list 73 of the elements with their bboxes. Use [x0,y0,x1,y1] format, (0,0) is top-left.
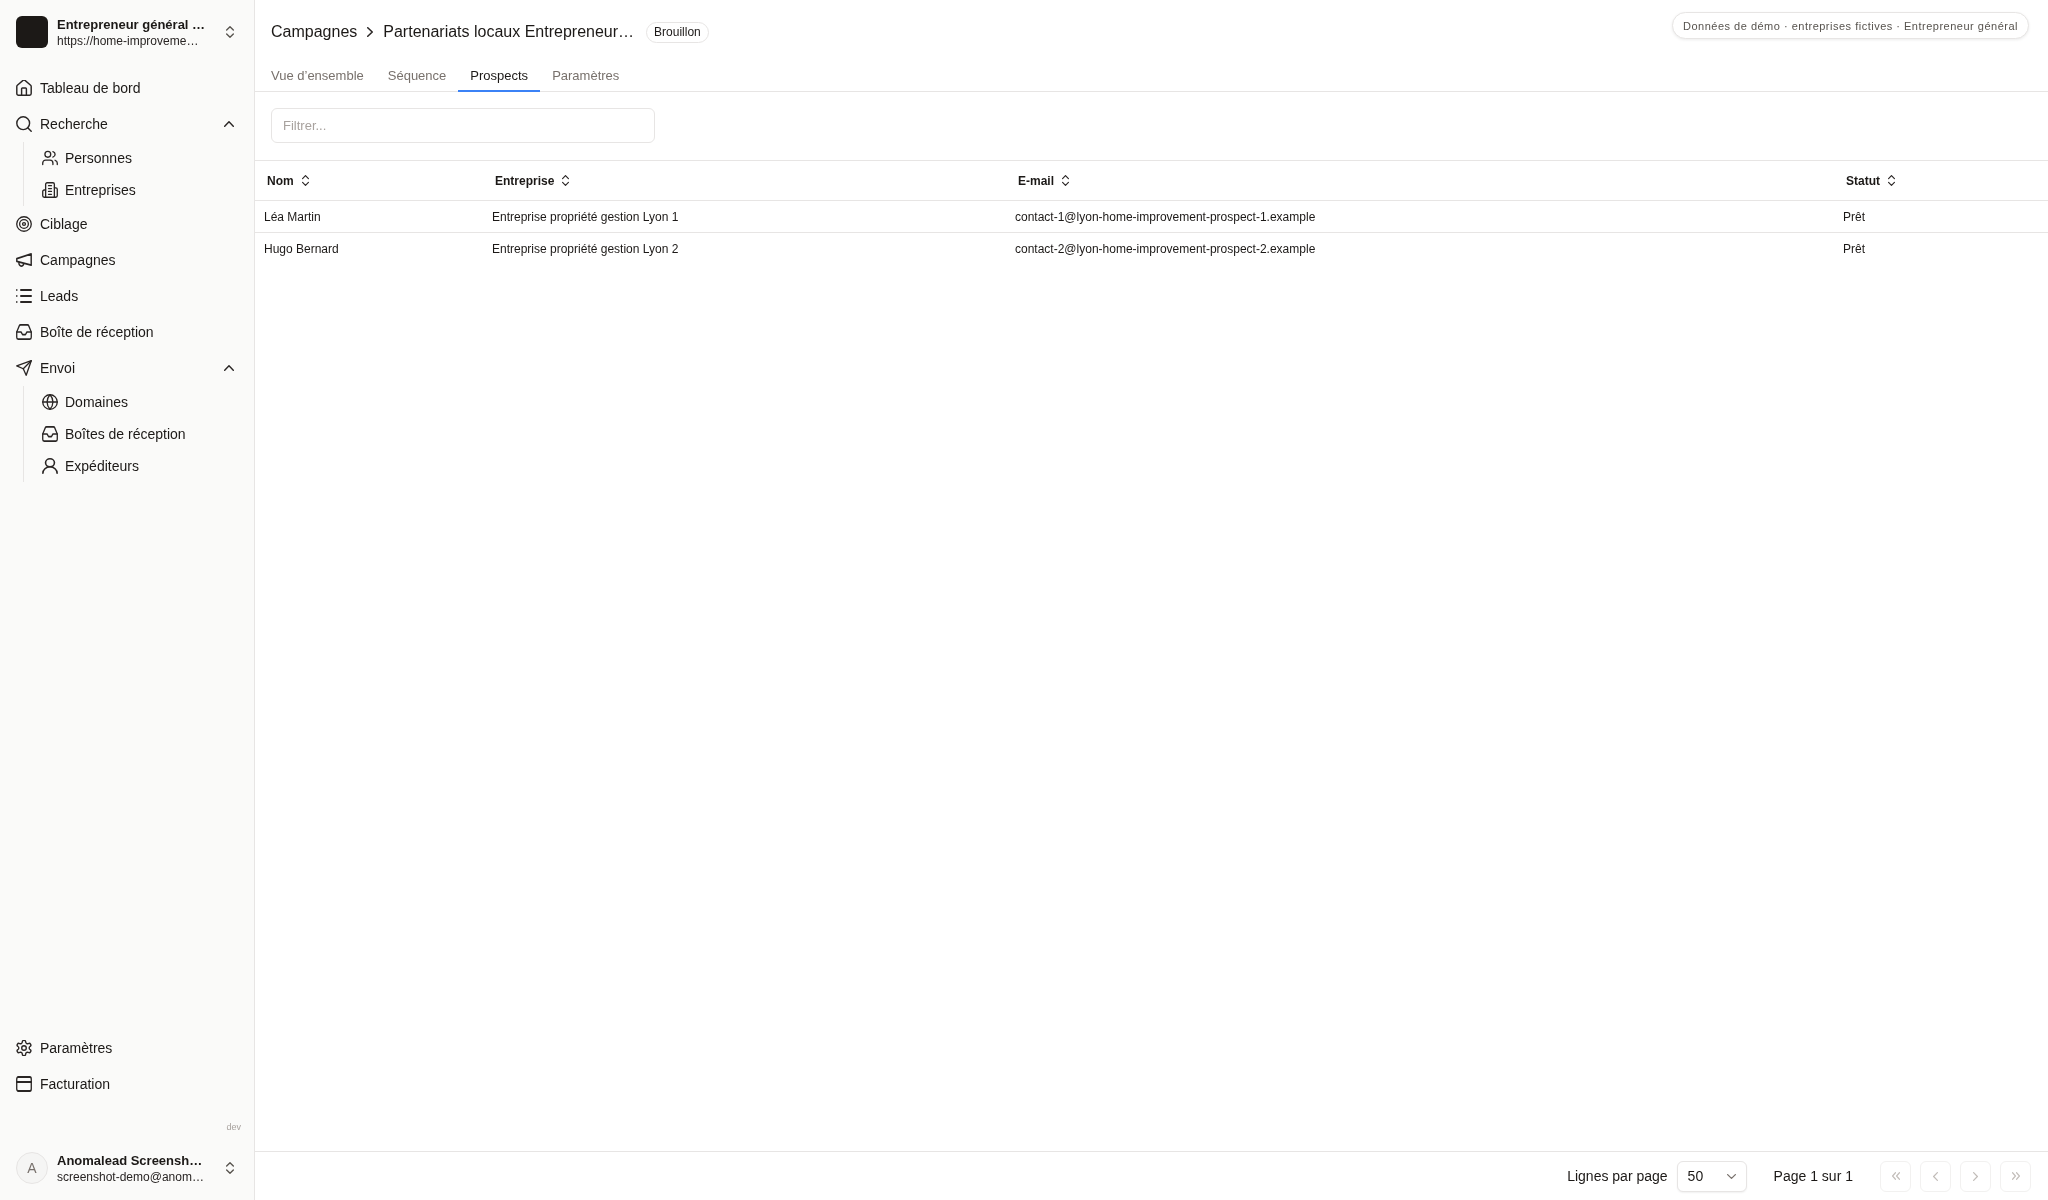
nav-item[interactable]: Personnes [42,142,254,174]
nav-item[interactable]: Leads [0,278,254,314]
table-cell-text: contact-2@lyon-home-improvement-prospect-2.example [1014,242,1317,256]
workspace-name[interactable]: Entrepreneur général … [57,15,217,33]
nav-item[interactable]: Envoi [0,350,224,386]
nav-item[interactable]: Paramètres [0,1030,254,1066]
house-icon [16,80,32,96]
tab[interactable]: Paramètres [540,60,632,92]
table-cell-text: Prêt [1842,209,1866,224]
nav-item[interactable]: Recherche [0,106,224,142]
page-indicator: Page 1 sur 1 [1773,1168,1853,1184]
table-cell-text: Entreprise propriété gestion Lyon 2 [491,242,680,256]
rows-per-page-select[interactable]: 50 [1676,1160,1747,1192]
column-header[interactable]: E-mail [1015,169,1072,192]
table-cell-text: Hugo Bernard [263,242,340,256]
search-icon [16,116,32,132]
table-cell-text: contact-1@lyon-home-improvement-prospect-1.example [1014,209,1317,224]
chevrons-up-down-icon[interactable] [226,1162,234,1174]
double-chevron-left-icon [1891,1172,1900,1180]
settings-icon [16,1040,32,1056]
workspace-logo-icon [16,16,48,48]
chevron-up-icon[interactable] [224,365,234,371]
workspace-url: https://home-improveme… [57,32,200,49]
list-icon [16,288,32,304]
nav-item[interactable]: Boîte de réception [0,314,254,350]
megaphone-icon [16,252,32,268]
nav-item[interactable]: Ciblage [0,206,254,242]
inbox-icon [16,324,32,340]
table-cell-text: Entreprise propriété gestion Lyon 1 [491,209,680,224]
table-cell-text: Prêt [1842,242,1866,256]
breadcrumb-link[interactable]: Campagnes [271,23,358,41]
column-header[interactable]: Entreprise [492,169,573,192]
nav-item[interactable]: Expéditeurs [42,450,254,482]
page-title: Partenariats locaux Entrepreneur… [383,23,635,41]
inbox-icon [42,426,58,442]
nav-item[interactable]: Tableau de bord [0,70,254,106]
chevron-right-icon [367,27,374,37]
sort-icon [1062,175,1069,186]
user-avatar: A [16,1152,48,1184]
tab[interactable]: Séquence [375,60,459,92]
chevron-left-icon [1933,1171,1938,1181]
demo-data-notice: Données de démo · entreprises fictives · Entrepreneur général [1672,12,2029,39]
tab[interactable]: Prospects [458,60,541,92]
nav-item[interactable]: Entreprises [42,174,254,206]
rows-per-page-label: Lignes par page [1567,1168,1668,1184]
user-email: screenshot-demo@anom… [57,1168,205,1185]
paper-plane-icon [16,360,32,376]
status-badge: Brouillon [646,21,709,43]
user-name[interactable]: Anomalead Screensh… [57,1151,217,1169]
chevron-up-icon[interactable] [224,121,234,127]
column-header[interactable]: Nom [264,169,312,192]
sort-icon [301,175,309,186]
sort-icon [1888,175,1895,186]
nav-item[interactable]: Campagnes [0,242,254,278]
people-icon [42,150,58,166]
tab[interactable]: Vue d’ensemble [259,60,376,92]
globe-icon [42,394,58,410]
chevron-down-icon [1726,1173,1736,1179]
chevrons-up-down-icon[interactable] [226,26,234,38]
table-cell-text: Léa Martin [263,209,322,224]
nav-item[interactable]: Boîtes de réception [42,418,254,450]
nav-item[interactable]: Domaines [42,386,254,418]
target-icon [16,216,32,232]
filter-field[interactable]: Filtrer... [271,108,655,143]
person-icon [42,458,58,474]
nav-item[interactable]: Facturation [0,1066,254,1102]
credit-card-icon [16,1076,32,1092]
double-chevron-right-icon [2011,1172,2020,1180]
column-header[interactable]: Statut [1843,169,1898,192]
building-icon [42,182,58,198]
environment-label: dev [226,1121,241,1133]
sort-icon [562,175,570,186]
chevron-right-icon [1973,1171,1978,1181]
